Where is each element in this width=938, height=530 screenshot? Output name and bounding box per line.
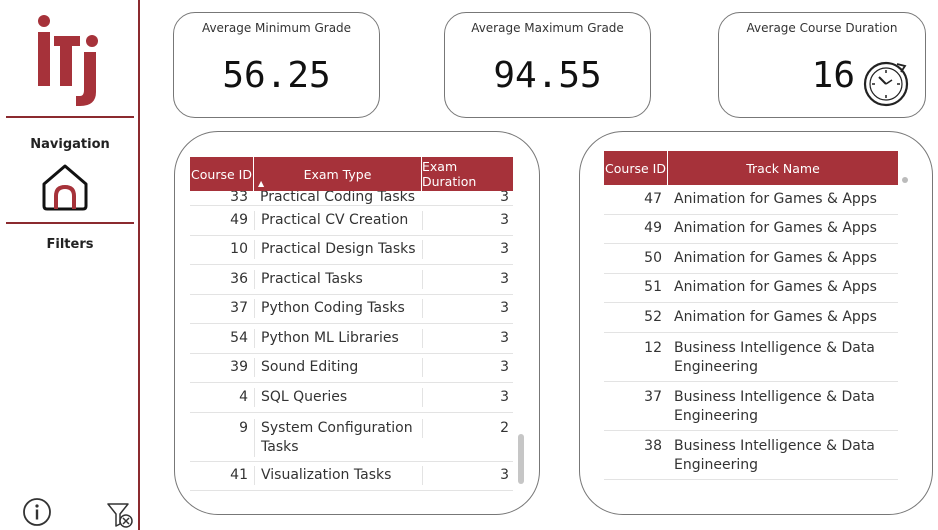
exam-table-body: 33 Practical Coding Tasks 3 49 Practical … — [190, 191, 513, 491]
scrollbar-thumb[interactable] — [902, 177, 908, 183]
cell-exam-type: Python Coding Tasks — [254, 299, 422, 319]
cell-exam-type: Visualization Tasks — [254, 466, 422, 486]
home-icon[interactable] — [40, 162, 90, 212]
exam-table-panel: Course ID Exam Type Exam Duration ▲ 33 P… — [174, 131, 540, 515]
cell-exam-type: Practical Tasks — [254, 269, 422, 289]
table-row[interactable]: 33 Practical Coding Tasks 3 — [190, 191, 513, 206]
cell-track-name: Animation for Games & Apps — [674, 220, 877, 237]
cell-exam-duration: 3 — [422, 358, 513, 378]
kpi-value: 94.55 — [493, 55, 602, 96]
cell-exam-type: Practical CV Creation — [254, 210, 422, 230]
cell-course-id: 47 — [644, 190, 662, 207]
cell-course-id: 51 — [644, 279, 662, 296]
cell-track-name: Business Intelligence & Data Engineering — [674, 339, 875, 375]
cell-exam-type: Python ML Libraries — [254, 328, 422, 348]
table-row[interactable]: 51 Animation for Games & Apps — [604, 274, 898, 303]
cell-exam-type: Sound Editing — [254, 358, 422, 378]
table-row[interactable]: 9 System Configuration Tasks 2 — [190, 413, 513, 462]
table-row[interactable]: 40Business Intelligence & Data Engineeri… — [604, 480, 898, 488]
table-row[interactable]: 36 Practical Tasks 3 — [190, 265, 513, 295]
sidebar: Navigation Filters — [0, 0, 140, 530]
iti-logo — [38, 15, 98, 106]
kpi-label: Average Maximum Grade — [471, 21, 624, 35]
cell-course-id: 9 — [239, 419, 248, 436]
table-row[interactable]: 37 Business Intelligence & Data Engineeri… — [604, 382, 898, 431]
cell-exam-type: System Configuration Tasks — [254, 418, 422, 457]
table-row[interactable]: 52 Animation for Games & Apps — [604, 303, 898, 333]
column-header-course-id[interactable]: Course ID — [190, 157, 254, 191]
cell-course-id: 49 — [644, 220, 662, 237]
cell-course-id: 50 — [644, 249, 662, 266]
kpi-value: 56.25 — [222, 55, 331, 96]
table-row[interactable]: 49 Practical CV Creation 3 — [190, 206, 513, 236]
cell-course-id: 49 — [230, 211, 248, 228]
cell-exam-duration: 3 — [422, 328, 513, 348]
cell-course-id: 4 — [239, 388, 248, 405]
sidebar-divider — [6, 222, 134, 224]
column-header-track-name[interactable]: Track Name — [668, 151, 898, 185]
cell-course-id: 41 — [230, 467, 248, 484]
cell-course-id: 37 — [644, 388, 662, 405]
kpi-label: Average Course Duration — [746, 21, 898, 35]
cell-exam-duration: 3 — [422, 240, 513, 260]
track-table-body: 47 Animation for Games & Apps 49 Animation … — [604, 185, 898, 487]
track-table-header: Course ID Track Name — [604, 151, 898, 185]
table-row[interactable]: 47 Animation for Games & Apps — [604, 185, 898, 215]
clear-filter-icon[interactable] — [106, 502, 134, 528]
sidebar-divider — [6, 116, 134, 118]
table-row[interactable]: 49 Animation for Games & Apps — [604, 215, 898, 244]
scrollbar-thumb[interactable] — [518, 434, 524, 484]
sort-ascending-icon[interactable]: ▲ — [258, 179, 264, 188]
cell-exam-duration: 2 — [422, 418, 513, 438]
exam-rows: 49 Practical CV Creation 3 10 Practical Desi… — [190, 206, 513, 491]
info-icon[interactable] — [22, 497, 52, 527]
cell-exam-duration: 3 — [422, 466, 513, 486]
cell-track-name: Business Intelligence & Data Engineering — [668, 486, 878, 488]
column-header-exam-duration[interactable]: Exam Duration — [422, 157, 513, 191]
cell-course-id: 54 — [230, 329, 248, 346]
cell-exam-type: Practical Design Tasks — [254, 240, 422, 260]
clock-icon — [863, 61, 909, 107]
kpi-label: Average Minimum Grade — [201, 21, 352, 35]
navigation-title: Navigation — [30, 137, 110, 152]
table-row[interactable]: 37 Python Coding Tasks 3 — [190, 295, 513, 324]
cell-course-id: 40 — [604, 486, 668, 488]
kpi-card-max-grade: Average Maximum Grade 94.55 — [444, 12, 651, 118]
cell-course-id: 10 — [230, 241, 248, 258]
table-row[interactable]: 38 Business Intelligence & Data Engineeri… — [604, 431, 898, 480]
track-table-panel: Course ID Track Name 47 Animation for Gam… — [579, 131, 933, 515]
cell-track-name: Business Intelligence & Data Engineering — [674, 388, 875, 424]
cell-exam-duration: 3 — [422, 210, 513, 230]
cell-course-id: 12 — [644, 339, 662, 356]
cell-exam-type: SQL Queries — [254, 387, 422, 407]
filters-title: Filters — [46, 237, 94, 252]
table-row[interactable]: 39 Sound Editing 3 — [190, 354, 513, 383]
table-row[interactable]: 41 Visualization Tasks 3 — [190, 462, 513, 491]
cell-exam-duration: 3 — [422, 387, 513, 407]
track-rows: 47 Animation for Games & Apps 49 Animation … — [604, 185, 898, 487]
cell-course-id: 38 — [644, 437, 662, 454]
cell-track-name: Business Intelligence & Data Engineering — [674, 437, 875, 473]
kpi-card-course-duration: Average Course Duration 16 — [718, 12, 926, 118]
table-row[interactable]: 12 Business Intelligence & Data Engineeri… — [604, 333, 898, 382]
cell-track-name: Animation for Games & Apps — [674, 249, 877, 266]
cell-course-id: 52 — [644, 308, 662, 325]
column-header-course-id[interactable]: Course ID — [604, 151, 668, 185]
cell-course-id: 36 — [230, 270, 248, 287]
table-row[interactable]: 4 SQL Queries 3 — [190, 383, 513, 413]
table-row[interactable]: 54 Python ML Libraries 3 — [190, 324, 513, 354]
cell-track-name: Animation for Games & Apps — [674, 308, 877, 325]
cell-exam-duration: 3 — [422, 299, 513, 319]
cell-track-name: Animation for Games & Apps — [674, 190, 877, 207]
column-header-exam-type[interactable]: Exam Type — [254, 157, 422, 191]
table-row[interactable]: 10 Practical Design Tasks 3 — [190, 236, 513, 265]
exam-table-header: Course ID Exam Type Exam Duration — [190, 157, 513, 191]
table-row[interactable]: 50 Animation for Games & Apps — [604, 244, 898, 274]
cell-track-name: Animation for Games & Apps — [674, 279, 877, 296]
kpi-value: 16 — [811, 55, 855, 96]
cell-course-id: 39 — [230, 359, 248, 376]
cell-course-id: 37 — [230, 300, 248, 317]
kpi-card-min-grade: Average Minimum Grade 56.25 — [173, 12, 380, 118]
cell-exam-duration: 3 — [422, 269, 513, 289]
